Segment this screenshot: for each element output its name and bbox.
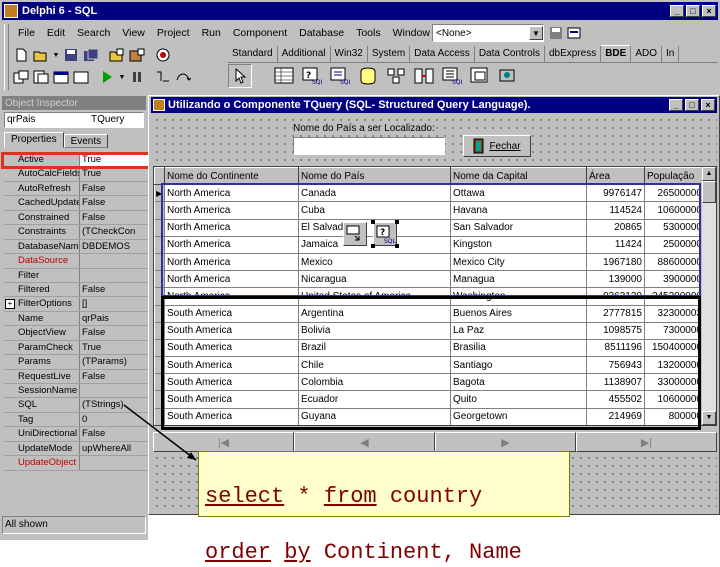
sql-keyword-by: by: [284, 540, 311, 565]
sql-callout: select * from country order by Continent…: [198, 451, 570, 565]
sql-text: Continent, Name: [310, 540, 522, 565]
sql-keyword-order: order: [205, 540, 272, 565]
sql-text: country: [376, 484, 483, 509]
sql-line-1: select * from country: [205, 455, 569, 511]
sql-text: *: [284, 484, 324, 509]
sql-keyword-select: select: [205, 484, 285, 509]
sql-line-2: order by Continent, Name: [205, 511, 569, 567]
sql-keyword-from: from: [323, 484, 377, 509]
